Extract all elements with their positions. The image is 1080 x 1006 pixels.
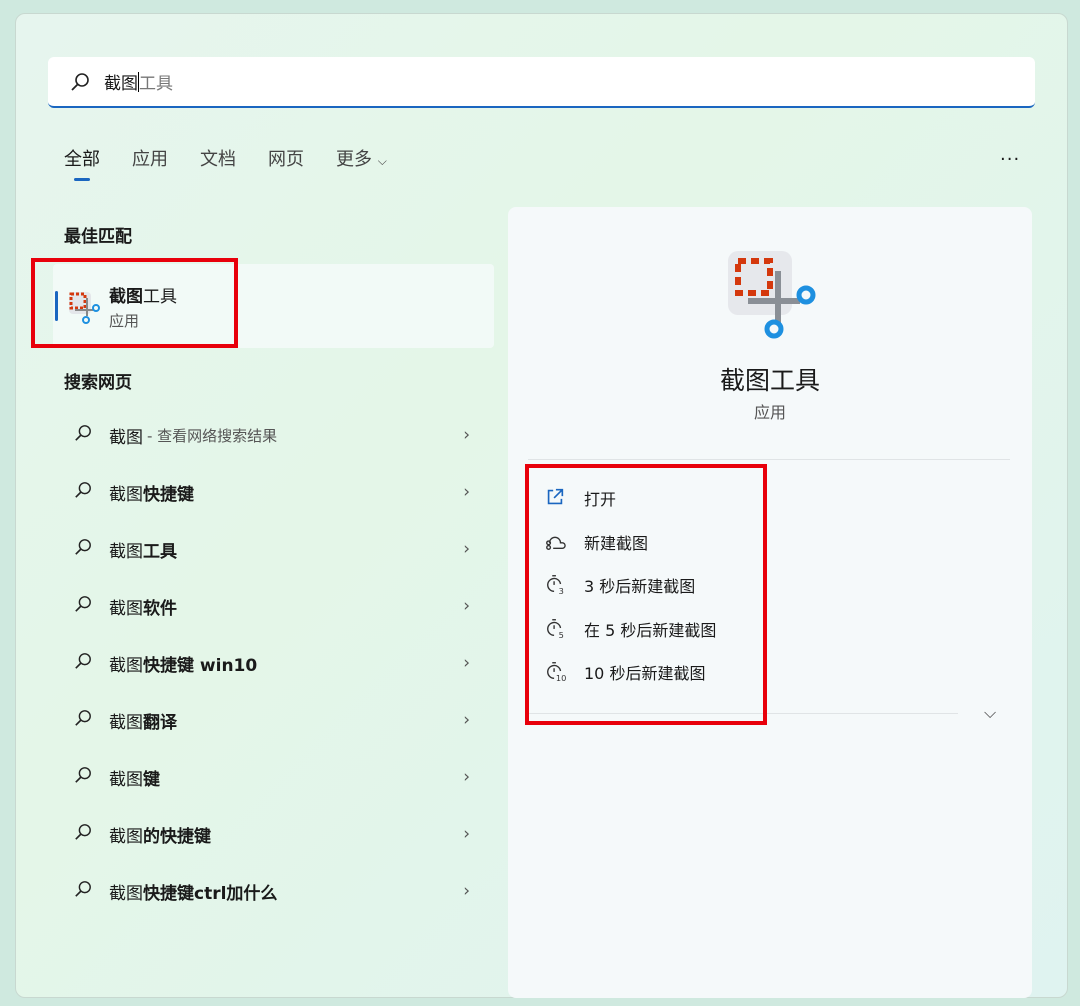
tab-more-label: 更多 xyxy=(336,149,372,170)
web-suggestion-item[interactable]: 截图 的快捷键 › xyxy=(64,814,484,854)
chevron-right-icon[interactable]: › xyxy=(463,767,470,787)
suggestion-prefix: 截图 xyxy=(109,822,143,847)
suggestion-prefix: 截图 xyxy=(109,480,143,505)
chevron-right-icon[interactable]: › xyxy=(463,482,470,502)
search-autocomplete: 工具 xyxy=(139,69,173,94)
search-icon xyxy=(64,709,109,732)
search-icon xyxy=(64,481,109,504)
detail-subtitle: 应用 xyxy=(508,399,1032,423)
tab-web[interactable]: 网页 xyxy=(268,145,304,171)
search-icon xyxy=(64,424,109,447)
highlight-box xyxy=(31,258,238,348)
chevron-right-icon[interactable]: › xyxy=(463,539,470,559)
suggestion-completion: 工具 xyxy=(143,537,177,562)
suggestion-description: - 查看网络搜索结果 xyxy=(147,425,277,446)
tab-apps[interactable]: 应用 xyxy=(132,145,168,171)
web-search-heading: 搜索网页 xyxy=(64,368,132,393)
web-suggestion-item[interactable]: 截图 工具 › xyxy=(64,529,484,569)
tab-documents[interactable]: 文档 xyxy=(200,145,236,171)
chevron-right-icon[interactable]: › xyxy=(463,653,470,673)
search-icon xyxy=(64,652,109,675)
suggestion-prefix: 截图 xyxy=(109,651,143,676)
search-typed-text: 截图 xyxy=(104,69,138,94)
suggestion-completion: 快捷键 win10 xyxy=(143,651,257,676)
suggestion-prefix: 截图 xyxy=(109,765,143,790)
suggestion-completion: 软件 xyxy=(143,594,177,619)
chevron-right-icon[interactable]: › xyxy=(463,881,470,901)
search-icon xyxy=(64,538,109,561)
chevron-right-icon[interactable]: › xyxy=(463,824,470,844)
chevron-right-icon[interactable]: › xyxy=(463,596,470,616)
web-suggestion-item[interactable]: 截图 软件 › xyxy=(64,586,484,626)
chevron-right-icon[interactable]: › xyxy=(463,425,470,445)
web-suggestion-item[interactable]: 截图 键 › xyxy=(64,757,484,797)
more-options-button[interactable]: ... xyxy=(1000,144,1020,165)
suggestion-prefix: 截图 xyxy=(109,423,143,448)
tab-more[interactable]: 更多 ⌵ xyxy=(336,145,387,171)
suggestion-completion: 快捷键 xyxy=(143,480,194,505)
suggestion-completion: 翻译 xyxy=(143,708,177,733)
suggestion-prefix: 截图 xyxy=(109,537,143,562)
search-icon xyxy=(64,595,109,618)
best-match-heading: 最佳匹配 xyxy=(64,222,132,247)
suggestion-completion: 快捷键ctrl加什么 xyxy=(143,879,277,904)
highlight-box xyxy=(525,464,767,725)
filter-tabs: 全部 应用 文档 网页 更多 ⌵ xyxy=(64,145,387,171)
web-suggestion-item[interactable]: 截图 快捷键 win10 › xyxy=(64,643,484,683)
suggestion-prefix: 截图 xyxy=(109,708,143,733)
web-suggestion-item[interactable]: 截图 快捷键 › xyxy=(64,472,484,512)
web-suggestion-item[interactable]: 截图 翻译 › xyxy=(64,700,484,740)
web-suggestion-item[interactable]: 截图 - 查看网络搜索结果 › xyxy=(64,415,484,455)
chevron-right-icon[interactable]: › xyxy=(463,710,470,730)
suggestion-prefix: 截图 xyxy=(109,594,143,619)
detail-title: 截图工具 xyxy=(508,361,1032,397)
divider xyxy=(528,459,1010,460)
search-icon xyxy=(64,880,109,903)
search-input[interactable]: 截图工具 xyxy=(48,57,1035,108)
suggestion-completion: 键 xyxy=(143,765,160,790)
tab-all[interactable]: 全部 xyxy=(64,145,100,171)
expand-chevron-icon[interactable]: ⌵ xyxy=(984,703,996,723)
search-icon xyxy=(64,766,109,789)
suggestion-completion: 的快捷键 xyxy=(143,822,211,847)
chevron-down-icon: ⌵ xyxy=(378,154,387,168)
search-icon xyxy=(70,72,90,92)
suggestion-prefix: 截图 xyxy=(109,879,143,904)
search-icon xyxy=(64,823,109,846)
snipping-tool-large-icon xyxy=(726,249,818,341)
web-suggestion-item[interactable]: 截图 快捷键ctrl加什么 › xyxy=(64,871,484,911)
